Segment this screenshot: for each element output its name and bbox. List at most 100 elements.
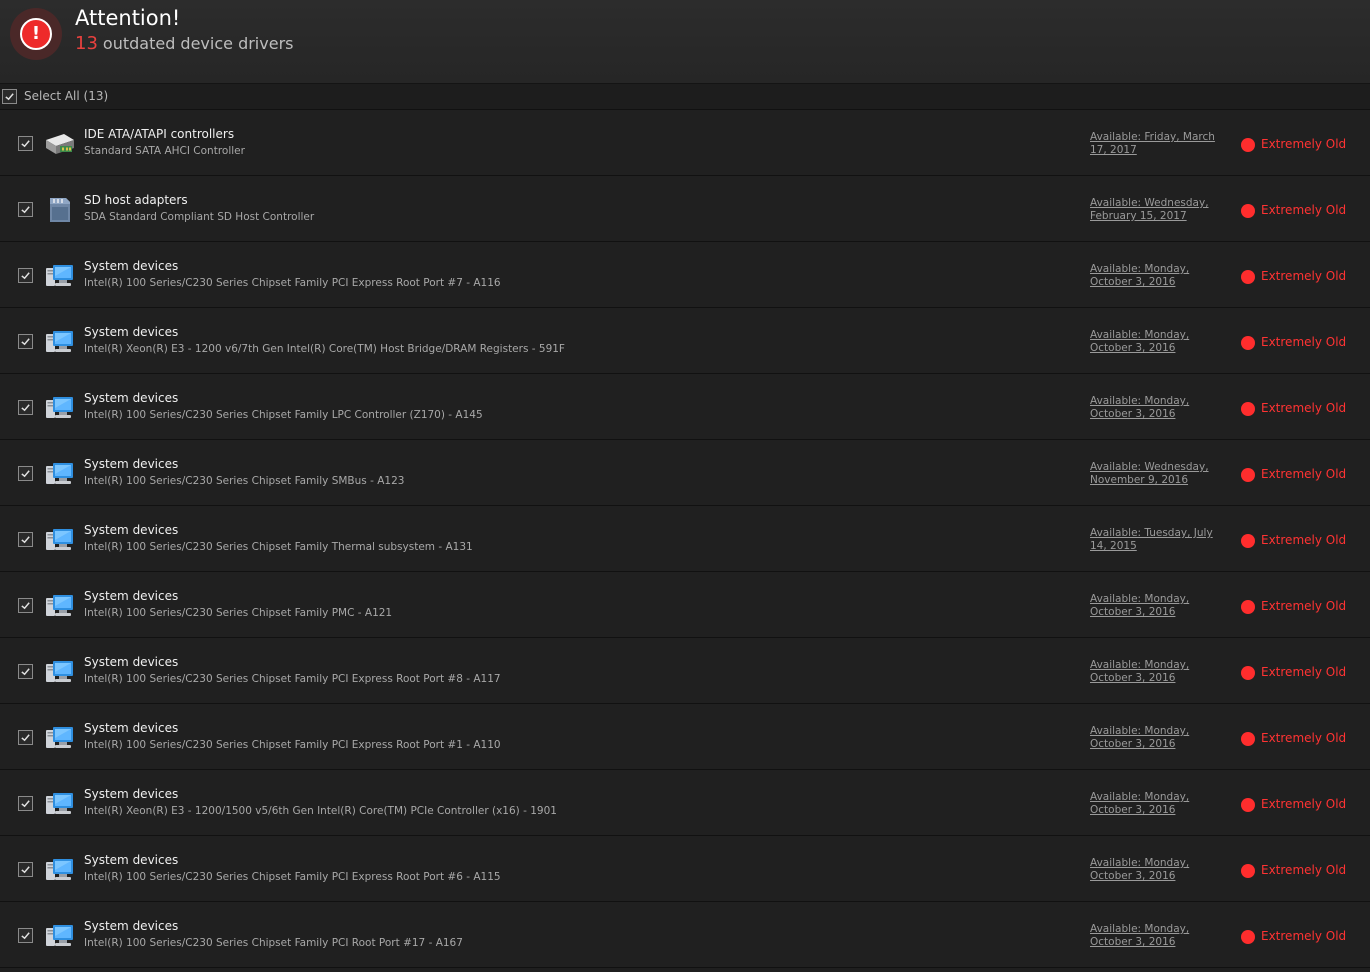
- status-dot-icon: [1241, 204, 1255, 218]
- checkmark-icon: [21, 338, 30, 346]
- device-row: System devices Intel(R) Xeon(R) E3 - 120…: [0, 308, 1370, 374]
- driver-status: Extremely Old: [1261, 401, 1347, 415]
- ide-controller-icon: [44, 130, 76, 158]
- computer-icon: [44, 790, 76, 818]
- driver-available-link[interactable]: Available: Monday, October 3, 2016: [1090, 725, 1230, 751]
- device-description: Intel(R) 100 Series/C230 Series Chipset …: [84, 673, 501, 685]
- device-description: Intel(R) 100 Series/C230 Series Chipset …: [84, 277, 501, 289]
- status-dot-icon: [1241, 798, 1255, 812]
- device-category: SD host adapters: [84, 193, 188, 207]
- driver-status: Extremely Old: [1261, 137, 1347, 151]
- driver-status: Extremely Old: [1261, 335, 1347, 349]
- device-checkbox[interactable]: [18, 400, 33, 415]
- device-category: System devices: [84, 325, 179, 339]
- device-row: IDE ATA/ATAPI controllers Standard SATA …: [0, 110, 1370, 176]
- computer-icon: [44, 922, 76, 950]
- device-row: System devices Intel(R) 100 Series/C230 …: [0, 704, 1370, 770]
- outdated-count: 13: [75, 33, 98, 54]
- checkmark-icon: [21, 668, 30, 676]
- device-checkbox[interactable]: [18, 928, 33, 943]
- driver-available-link[interactable]: Available: Monday, October 3, 2016: [1090, 791, 1230, 817]
- device-checkbox[interactable]: [18, 466, 33, 481]
- device-category: System devices: [84, 721, 179, 735]
- device-checkbox[interactable]: [18, 598, 33, 613]
- outdated-label: outdated device drivers: [102, 34, 294, 53]
- device-row: System devices Intel(R) 100 Series/C230 …: [0, 440, 1370, 506]
- driver-status: Extremely Old: [1261, 533, 1347, 547]
- computer-icon: [44, 856, 76, 884]
- sd-adapter-icon: [44, 196, 76, 224]
- device-checkbox[interactable]: [18, 268, 33, 283]
- driver-available-link[interactable]: Available: Monday, October 3, 2016: [1090, 329, 1230, 355]
- device-description: Intel(R) 100 Series/C230 Series Chipset …: [84, 541, 473, 553]
- checkmark-icon: [21, 602, 30, 610]
- driver-status: Extremely Old: [1261, 467, 1347, 481]
- driver-status: Extremely Old: [1261, 731, 1347, 745]
- driver-available-link[interactable]: Available: Wednesday, November 9, 2016: [1090, 461, 1230, 487]
- status-dot-icon: [1241, 336, 1255, 350]
- driver-available-link[interactable]: Available: Friday, March 17, 2017: [1090, 131, 1230, 157]
- device-description: Intel(R) 100 Series/C230 Series Chipset …: [84, 607, 393, 619]
- device-checkbox[interactable]: [18, 664, 33, 679]
- driver-status: Extremely Old: [1261, 269, 1347, 283]
- device-description: Intel(R) 100 Series/C230 Series Chipset …: [84, 475, 405, 487]
- checkmark-icon: [21, 140, 30, 148]
- computer-icon: [44, 724, 76, 752]
- driver-available-link[interactable]: Available: Monday, October 3, 2016: [1090, 593, 1230, 619]
- driver-available-link[interactable]: Available: Monday, October 3, 2016: [1090, 923, 1230, 949]
- device-category: System devices: [84, 391, 179, 405]
- device-category: System devices: [84, 787, 179, 801]
- device-row: System devices Intel(R) 100 Series/C230 …: [0, 242, 1370, 308]
- status-dot-icon: [1241, 138, 1255, 152]
- select-all-label[interactable]: Select All (13): [24, 89, 108, 103]
- device-checkbox[interactable]: [18, 730, 33, 745]
- checkmark-icon: [21, 866, 30, 874]
- driver-available-link[interactable]: Available: Monday, October 3, 2016: [1090, 857, 1230, 883]
- device-row: SD host adapters SDA Standard Compliant …: [0, 176, 1370, 242]
- device-row: System devices Intel(R) Xeon(R) E3 - 120…: [0, 770, 1370, 836]
- driver-available-link[interactable]: Available: Wednesday, February 15, 2017: [1090, 197, 1230, 223]
- driver-available-link[interactable]: Available: Tuesday, July 14, 2015: [1090, 527, 1230, 553]
- status-dot-icon: [1241, 930, 1255, 944]
- device-row: System devices Intel(R) 100 Series/C230 …: [0, 506, 1370, 572]
- checkmark-icon: [21, 536, 30, 544]
- device-category: System devices: [84, 919, 179, 933]
- device-category: System devices: [84, 523, 179, 537]
- device-description: Intel(R) 100 Series/C230 Series Chipset …: [84, 937, 463, 949]
- computer-icon: [44, 460, 76, 488]
- device-checkbox[interactable]: [18, 862, 33, 877]
- device-row: System devices Intel(R) 100 Series/C230 …: [0, 902, 1370, 968]
- checkmark-icon: [21, 404, 30, 412]
- checkmark-icon: [21, 932, 30, 940]
- driver-available-link[interactable]: Available: Monday, October 3, 2016: [1090, 263, 1230, 289]
- device-list: IDE ATA/ATAPI controllers Standard SATA …: [0, 110, 1370, 968]
- device-row: System devices Intel(R) 100 Series/C230 …: [0, 836, 1370, 902]
- driver-available-link[interactable]: Available: Monday, October 3, 2016: [1090, 395, 1230, 421]
- exclamation-icon: !: [20, 18, 52, 50]
- device-row: System devices Intel(R) 100 Series/C230 …: [0, 374, 1370, 440]
- driver-available-link[interactable]: Available: Monday, October 3, 2016: [1090, 659, 1230, 685]
- computer-icon: [44, 328, 76, 356]
- device-checkbox[interactable]: [18, 796, 33, 811]
- status-dot-icon: [1241, 468, 1255, 482]
- computer-icon: [44, 394, 76, 422]
- device-checkbox[interactable]: [18, 136, 33, 151]
- device-description: Intel(R) 100 Series/C230 Series Chipset …: [84, 739, 501, 751]
- device-checkbox[interactable]: [18, 334, 33, 349]
- device-checkbox[interactable]: [18, 532, 33, 547]
- status-dot-icon: [1241, 270, 1255, 284]
- select-all-checkbox[interactable]: [2, 89, 17, 104]
- driver-status: Extremely Old: [1261, 665, 1347, 679]
- device-description: Intel(R) 100 Series/C230 Series Chipset …: [84, 871, 501, 883]
- device-category: System devices: [84, 457, 179, 471]
- device-category: System devices: [84, 259, 179, 273]
- header: ! Attention! 13 outdated device drivers: [0, 0, 1370, 84]
- device-category: IDE ATA/ATAPI controllers: [84, 127, 235, 141]
- device-description: Intel(R) Xeon(R) E3 - 1200/1500 v5/6th G…: [84, 805, 557, 817]
- device-category: System devices: [84, 589, 179, 603]
- computer-icon: [44, 658, 76, 686]
- driver-status: Extremely Old: [1261, 203, 1347, 217]
- computer-icon: [44, 262, 76, 290]
- checkmark-icon: [21, 800, 30, 808]
- device-checkbox[interactable]: [18, 202, 33, 217]
